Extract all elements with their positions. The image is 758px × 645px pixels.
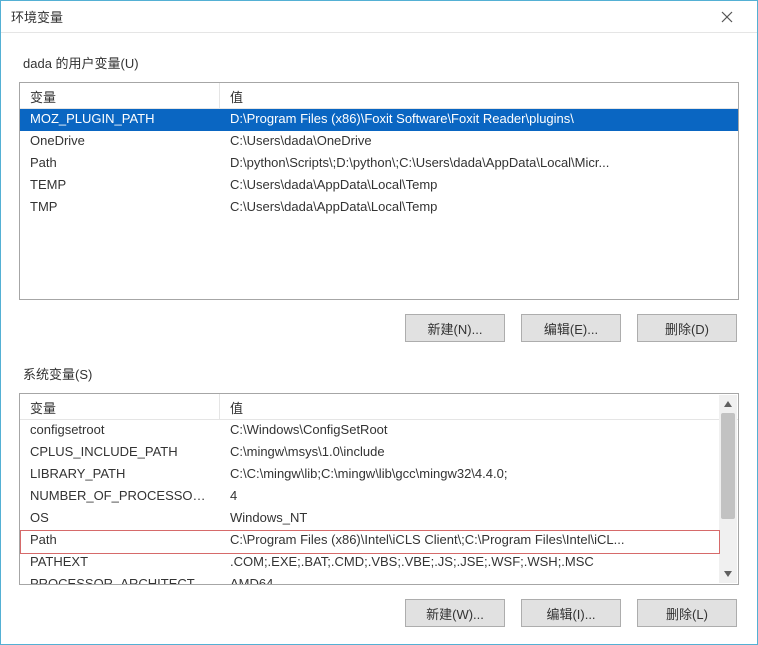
sys-row[interactable]: PathC:\Program Files (x86)\Intel\iCLS Cl… — [20, 530, 720, 552]
user-edit-button[interactable]: 编辑(E)... — [521, 314, 621, 342]
scroll-up-icon[interactable] — [719, 395, 737, 413]
sys-row[interactable]: CPLUS_INCLUDE_PATHC:\mingw\msys\1.0\incl… — [20, 442, 720, 464]
sys-row-val: 4 — [220, 486, 720, 508]
user-row[interactable]: TEMPC:\Users\dada\AppData\Local\Temp — [20, 175, 738, 197]
sys-row-val: C:\C:\mingw\lib;C:\mingw\lib\gcc\mingw32… — [220, 464, 720, 486]
sys-vars-rows: configsetrootC:\Windows\ConfigSetRootCPL… — [20, 420, 738, 585]
user-row-val: C:\Users\dada\AppData\Local\Temp — [220, 175, 738, 197]
sys-row[interactable]: OSWindows_NT — [20, 508, 720, 530]
user-row[interactable]: MOZ_PLUGIN_PATHD:\Program Files (x86)\Fo… — [20, 109, 738, 131]
sys-edit-button[interactable]: 编辑(I)... — [521, 599, 621, 627]
sys-col-var[interactable]: 变量 — [20, 394, 220, 419]
user-vars-listbox[interactable]: 变量 值 MOZ_PLUGIN_PATHD:\Program Files (x8… — [19, 82, 739, 300]
user-row-val: D:\python\Scripts\;D:\python\;C:\Users\d… — [220, 153, 738, 175]
sys-row-var: PATHEXT — [20, 552, 220, 574]
user-row-var: MOZ_PLUGIN_PATH — [20, 109, 220, 131]
sys-row-val: C:\Program Files (x86)\Intel\iCLS Client… — [220, 530, 720, 552]
sys-row-val: Windows_NT — [220, 508, 720, 530]
sys-vars-section: 系统变量(S) 变量 值 configsetrootC:\Windows\Con… — [19, 358, 739, 633]
titlebar: 环境变量 — [1, 1, 757, 33]
user-vars-buttons: 新建(N)... 编辑(E)... 删除(D) — [19, 314, 737, 342]
sys-scrollbar[interactable] — [719, 395, 737, 583]
user-row[interactable]: OneDriveC:\Users\dada\OneDrive — [20, 131, 738, 153]
user-row-var: TMP — [20, 197, 220, 219]
env-vars-dialog: 环境变量 dada 的用户变量(U) 变量 值 MOZ_PLUGIN_PATHD… — [0, 0, 758, 645]
sys-vars-listbox[interactable]: 变量 值 configsetrootC:\Windows\ConfigSetRo… — [19, 393, 739, 585]
sys-vars-label: 系统变量(S) — [23, 364, 739, 383]
sys-row-var: OS — [20, 508, 220, 530]
user-row-var: OneDrive — [20, 131, 220, 153]
user-col-var[interactable]: 变量 — [20, 83, 220, 108]
sys-new-button[interactable]: 新建(W)... — [405, 599, 505, 627]
user-new-button[interactable]: 新建(N)... — [405, 314, 505, 342]
sys-row[interactable]: PROCESSOR_ARCHITECTUREAMD64 — [20, 574, 720, 585]
sys-row-val: .COM;.EXE;.BAT;.CMD;.VBS;.VBE;.JS;.JSE;.… — [220, 552, 720, 574]
sys-row[interactable]: PATHEXT.COM;.EXE;.BAT;.CMD;.VBS;.VBE;.JS… — [20, 552, 720, 574]
sys-row-var: CPLUS_INCLUDE_PATH — [20, 442, 220, 464]
user-row-val: D:\Program Files (x86)\Foxit Software\Fo… — [220, 109, 738, 131]
scroll-track[interactable] — [719, 413, 737, 565]
dialog-title: 环境变量 — [11, 7, 63, 26]
dialog-body: dada 的用户变量(U) 变量 值 MOZ_PLUGIN_PATHD:\Pro… — [1, 33, 757, 644]
sys-row-val: C:\mingw\msys\1.0\include — [220, 442, 720, 464]
scroll-down-icon[interactable] — [719, 565, 737, 583]
user-row-val: C:\Users\dada\OneDrive — [220, 131, 738, 153]
user-row[interactable]: PathD:\python\Scripts\;D:\python\;C:\Use… — [20, 153, 738, 175]
sys-vars-buttons: 新建(W)... 编辑(I)... 删除(L) — [19, 599, 737, 627]
user-row-var: Path — [20, 153, 220, 175]
user-row-var: TEMP — [20, 175, 220, 197]
sys-col-val[interactable]: 值 — [220, 394, 738, 419]
user-del-button[interactable]: 删除(D) — [637, 314, 737, 342]
user-vars-rows: MOZ_PLUGIN_PATHD:\Program Files (x86)\Fo… — [20, 109, 738, 219]
user-vars-label: dada 的用户变量(U) — [23, 53, 739, 72]
user-row[interactable]: TMPC:\Users\dada\AppData\Local\Temp — [20, 197, 738, 219]
sys-row[interactable]: LIBRARY_PATHC:\C:\mingw\lib;C:\mingw\lib… — [20, 464, 720, 486]
sys-vars-header: 变量 值 — [20, 394, 738, 420]
user-vars-section: dada 的用户变量(U) 变量 值 MOZ_PLUGIN_PATHD:\Pro… — [19, 47, 739, 348]
sys-row[interactable]: NUMBER_OF_PROCESSORS4 — [20, 486, 720, 508]
user-col-val[interactable]: 值 — [220, 83, 738, 108]
sys-row-var: LIBRARY_PATH — [20, 464, 220, 486]
user-vars-header: 变量 值 — [20, 83, 738, 109]
sys-row-var: NUMBER_OF_PROCESSORS — [20, 486, 220, 508]
close-icon — [721, 11, 733, 23]
sys-row[interactable]: configsetrootC:\Windows\ConfigSetRoot — [20, 420, 720, 442]
sys-row-val: AMD64 — [220, 574, 720, 585]
sys-row-val: C:\Windows\ConfigSetRoot — [220, 420, 720, 442]
user-row-val: C:\Users\dada\AppData\Local\Temp — [220, 197, 738, 219]
scroll-thumb[interactable] — [721, 413, 735, 519]
sys-del-button[interactable]: 删除(L) — [637, 599, 737, 627]
sys-row-var: PROCESSOR_ARCHITECTURE — [20, 574, 220, 585]
sys-row-var: Path — [20, 530, 220, 552]
close-button[interactable] — [707, 3, 747, 31]
sys-row-var: configsetroot — [20, 420, 220, 442]
